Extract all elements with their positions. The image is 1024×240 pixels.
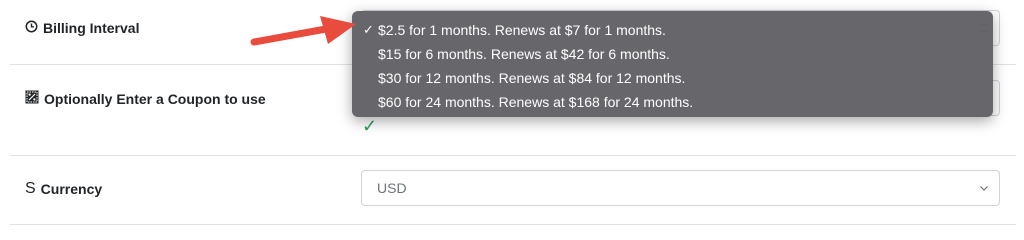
coupon-label: Optionally Enter a Coupon to use [25, 90, 266, 107]
billing-option[interactable]: ✓ $2.5 for 1 months. Renews at $7 for 1 … [352, 18, 993, 42]
currency-select-value: USD [377, 180, 407, 196]
billing-option[interactable]: $15 for 6 months. Renews at $42 for 6 mo… [352, 42, 993, 66]
currency-label: S Currency [25, 180, 102, 198]
billing-interval-label: Billing Interval [25, 20, 139, 36]
currency-select[interactable]: USD [361, 170, 1000, 206]
billing-option[interactable]: $60 for 24 months. Renews at $168 for 24… [352, 90, 993, 114]
divider [10, 155, 1016, 156]
clock-icon [25, 20, 38, 36]
billing-option-label: $2.5 for 1 months. Renews at $7 for 1 mo… [378, 22, 666, 38]
billing-interval-label-text: Billing Interval [43, 20, 140, 36]
coupon-label-text: Optionally Enter a Coupon to use [44, 90, 266, 107]
coupon-valid-check-icon: ✓ [362, 116, 378, 136]
annotation-arrow-icon [250, 16, 356, 46]
chevron-down-icon [980, 186, 988, 191]
coupon-icon [25, 90, 39, 107]
billing-option-label: $15 for 6 months. Renews at $42 for 6 mo… [378, 46, 670, 62]
checkmark-icon: ✓ [363, 22, 374, 37]
billing-option-label: $30 for 12 months. Renews at $84 for 12 … [378, 70, 686, 86]
divider [10, 224, 1016, 225]
billing-option-label: $60 for 24 months. Renews at $168 for 24… [378, 94, 694, 110]
billing-option[interactable]: $30 for 12 months. Renews at $84 for 12 … [352, 66, 993, 90]
currency-label-text: Currency [40, 181, 103, 197]
billing-interval-dropdown: ✓ $2.5 for 1 months. Renews at $7 for 1 … [352, 11, 993, 117]
currency-icon: S [25, 180, 36, 197]
